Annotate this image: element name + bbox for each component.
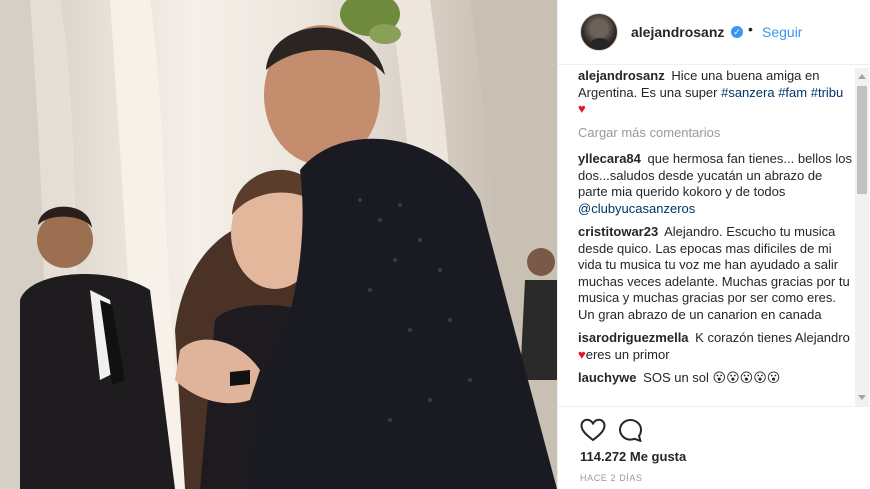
post-actions: 114.272 Me gusta HACE 2 DÍAS bbox=[558, 406, 870, 489]
post-side-panel: alejandrosanz ✓ • Seguir alejandrosanz H… bbox=[557, 0, 870, 489]
heart-outline-icon[interactable] bbox=[580, 418, 606, 442]
comment-text: K corazón tienes Alejandro bbox=[695, 330, 850, 345]
likes-count[interactable]: 114.272 Me gusta bbox=[580, 449, 686, 464]
comment-username[interactable]: cristitowar23 bbox=[578, 224, 658, 239]
scroll-down-arrow-icon[interactable] bbox=[858, 395, 866, 400]
caption: alejandrosanz Hice una buena amiga en Ar… bbox=[578, 68, 853, 118]
avatar[interactable] bbox=[580, 13, 618, 51]
list-item: cristitowar23 Alejandro. Escucho tu musi… bbox=[578, 224, 853, 323]
photo-illustration bbox=[0, 0, 557, 489]
post-header: alejandrosanz ✓ • Seguir bbox=[558, 0, 870, 65]
speech-bubble-icon[interactable] bbox=[618, 418, 643, 443]
hashtag-sanzera[interactable]: #sanzera bbox=[721, 85, 774, 100]
list-item: isarodriguezmella K corazón tienes Aleja… bbox=[578, 330, 853, 363]
comment-text: SOS un sol bbox=[643, 370, 713, 385]
caption-username[interactable]: alejandrosanz bbox=[578, 68, 665, 83]
heart-emoji: ♥ bbox=[578, 346, 586, 362]
verified-badge-icon: ✓ bbox=[731, 26, 743, 38]
comments-list[interactable]: alejandrosanz Hice una buena amiga en Ar… bbox=[578, 68, 853, 406]
hashtag-fam[interactable]: #fam bbox=[778, 85, 807, 100]
scroll-up-arrow-icon[interactable] bbox=[858, 74, 866, 79]
header-separator: • bbox=[748, 21, 753, 37]
list-item: yllecara84 que hermosa fan tienes... bel… bbox=[578, 151, 853, 217]
post-photo[interactable] bbox=[0, 0, 557, 489]
hashtag-tribu[interactable]: #tribu bbox=[811, 85, 844, 100]
comment-username[interactable]: isarodriguezmella bbox=[578, 330, 689, 345]
list-item: lauchywe SOS un sol 😮😮😮😮😮 bbox=[578, 370, 853, 387]
scroll-thumb[interactable] bbox=[857, 86, 867, 194]
comment-username[interactable]: lauchywe bbox=[578, 370, 637, 385]
surprised-emoji: 😮😮😮😮😮 bbox=[712, 370, 781, 385]
load-more-comments-button[interactable]: Cargar más comentarios bbox=[578, 125, 853, 142]
post-timestamp[interactable]: HACE 2 DÍAS bbox=[580, 473, 643, 483]
comment-text-end: eres un primor bbox=[585, 346, 670, 362]
comment-username[interactable]: yllecara84 bbox=[578, 151, 641, 166]
comments-scrollbar[interactable] bbox=[855, 68, 869, 406]
heart-emoji: ♥ bbox=[578, 101, 586, 116]
comment-mention[interactable]: @clubyucasanzeros bbox=[578, 201, 695, 216]
follow-button[interactable]: Seguir bbox=[762, 24, 802, 40]
header-username[interactable]: alejandrosanz bbox=[631, 24, 724, 40]
